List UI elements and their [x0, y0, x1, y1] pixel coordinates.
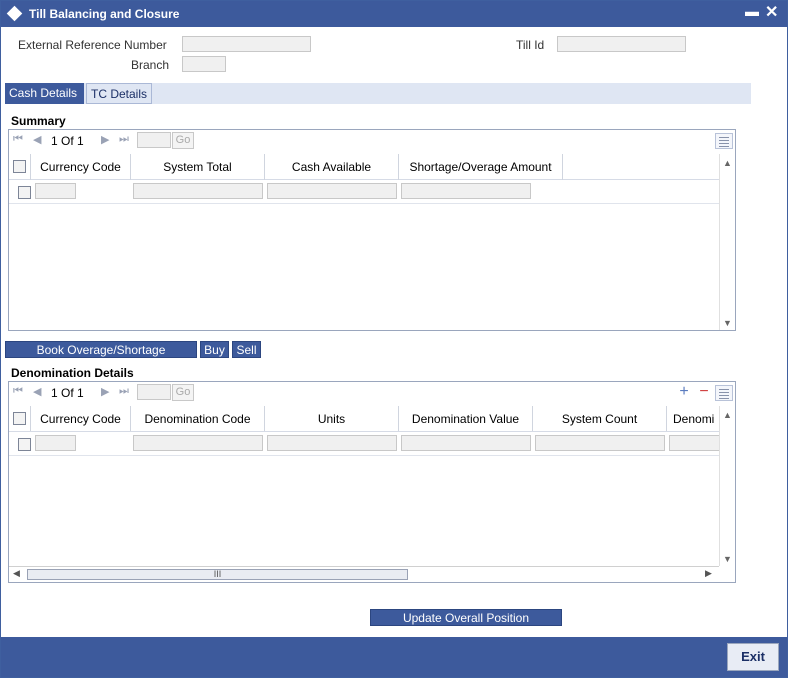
col-denomination-partial[interactable]: Denomi	[667, 406, 719, 431]
cash-available-input[interactable]	[267, 183, 397, 199]
page-number-input[interactable]	[137, 132, 171, 148]
add-row-icon[interactable]: +	[676, 384, 692, 401]
branch-input[interactable]	[182, 56, 226, 72]
summary-pager: ⏮ ◀ 1 Of 1 ▶ ⏭ Go	[9, 130, 735, 152]
select-all-checkbox[interactable]	[13, 160, 26, 173]
summary-header: Currency Code System Total Cash Availabl…	[9, 154, 719, 180]
scroll-up-icon[interactable]: ▲	[723, 158, 732, 168]
go-button[interactable]: Go	[172, 384, 194, 401]
col-denomination-code[interactable]: Denomination Code	[131, 406, 265, 431]
currency-code-input[interactable]	[35, 183, 76, 199]
columns-icon[interactable]	[715, 385, 733, 401]
columns-icon[interactable]	[715, 133, 733, 149]
denomination-title: Denomination Details	[11, 366, 134, 380]
first-page-icon[interactable]: ⏮	[13, 133, 23, 146]
system-count-input[interactable]	[535, 435, 665, 451]
denomination-header: Currency Code Denomination Code Units De…	[9, 406, 719, 432]
summary-grid: ⏮ ◀ 1 Of 1 ▶ ⏭ Go Currency Code System T…	[8, 129, 736, 331]
hscroll-thumb[interactable]: III	[27, 569, 408, 580]
table-row	[9, 432, 719, 456]
denomination-extra-input[interactable]	[669, 435, 719, 451]
update-overall-position-button[interactable]: Update Overall Position	[370, 609, 562, 626]
page-indicator: 1 Of 1	[51, 134, 84, 148]
system-total-input[interactable]	[133, 183, 263, 199]
units-input[interactable]	[267, 435, 397, 451]
denomination-grid: ⏮ ◀ 1 Of 1 ▶ ⏭ Go + − Currency Code Deno…	[8, 381, 736, 583]
buy-button[interactable]: Buy	[200, 341, 229, 358]
prev-page-icon[interactable]: ◀	[33, 133, 41, 146]
go-button[interactable]: Go	[172, 132, 194, 149]
col-system-total[interactable]: System Total	[131, 154, 265, 180]
col-shortage-overage[interactable]: Shortage/Overage Amount	[399, 154, 563, 180]
scroll-left-icon[interactable]: ◀	[13, 568, 20, 579]
col-cash-available[interactable]: Cash Available	[265, 154, 399, 180]
ext-ref-input[interactable]	[182, 36, 311, 52]
summary-vscrollbar[interactable]: ▲ ▼	[719, 154, 735, 330]
scroll-right-icon[interactable]: ▶	[705, 568, 712, 579]
book-overage-shortage-button[interactable]: Book Overage/Shortage	[5, 341, 197, 358]
col-currency-code[interactable]: Currency Code	[31, 406, 131, 431]
prev-page-icon[interactable]: ◀	[33, 385, 41, 398]
currency-code-input[interactable]	[35, 435, 76, 451]
title-bar: Till Balancing and Closure ▬ ✕	[1, 1, 787, 27]
shortage-overage-input[interactable]	[401, 183, 531, 199]
tab-tc-details[interactable]: TC Details	[86, 83, 152, 104]
denomination-code-input[interactable]	[133, 435, 263, 451]
tab-cash-details[interactable]: Cash Details	[5, 83, 84, 104]
last-page-icon[interactable]: ⏭	[119, 133, 129, 146]
scroll-down-icon[interactable]: ▼	[723, 554, 732, 564]
page-number-input[interactable]	[137, 384, 171, 400]
denomination-vscrollbar[interactable]: ▲ ▼	[719, 406, 735, 566]
ext-ref-label: External Reference Number	[18, 38, 167, 52]
scroll-down-icon[interactable]: ▼	[723, 318, 732, 328]
close-icon[interactable]: ✕	[765, 2, 778, 22]
select-all-cell	[9, 406, 31, 431]
window-title: Till Balancing and Closure	[29, 7, 180, 21]
col-units[interactable]: Units	[265, 406, 399, 431]
exit-button[interactable]: Exit	[727, 643, 779, 671]
page-indicator: 1 Of 1	[51, 386, 84, 400]
denomination-hscrollbar[interactable]: ◀ III ▶	[9, 566, 719, 582]
select-all-checkbox[interactable]	[13, 412, 26, 425]
col-currency-code[interactable]: Currency Code	[31, 154, 131, 180]
till-balancing-window: Till Balancing and Closure ▬ ✕ External …	[0, 0, 788, 678]
row-checkbox[interactable]	[18, 438, 31, 451]
scroll-up-icon[interactable]: ▲	[723, 410, 732, 420]
col-system-count[interactable]: System Count	[533, 406, 667, 431]
minimize-icon[interactable]: ▬	[745, 3, 759, 19]
remove-row-icon[interactable]: −	[696, 384, 712, 401]
denomination-pager: ⏮ ◀ 1 Of 1 ▶ ⏭ Go + −	[9, 382, 735, 404]
denomination-value-input[interactable]	[401, 435, 531, 451]
select-all-cell	[9, 154, 31, 180]
summary-title: Summary	[11, 114, 66, 128]
sell-button[interactable]: Sell	[232, 341, 261, 358]
next-page-icon[interactable]: ▶	[101, 385, 109, 398]
branch-label: Branch	[131, 58, 170, 72]
till-id-label: Till Id	[516, 38, 545, 52]
next-page-icon[interactable]: ▶	[101, 133, 109, 146]
col-denomination-value[interactable]: Denomination Value	[399, 406, 533, 431]
window-icon	[6, 5, 23, 22]
last-page-icon[interactable]: ⏭	[119, 385, 129, 398]
first-page-icon[interactable]: ⏮	[13, 385, 23, 398]
till-id-input[interactable]	[557, 36, 686, 52]
footer-bar	[1, 637, 787, 677]
table-row	[9, 180, 719, 204]
row-checkbox[interactable]	[18, 186, 31, 199]
tab-bar: Cash Details TC Details	[5, 83, 751, 104]
